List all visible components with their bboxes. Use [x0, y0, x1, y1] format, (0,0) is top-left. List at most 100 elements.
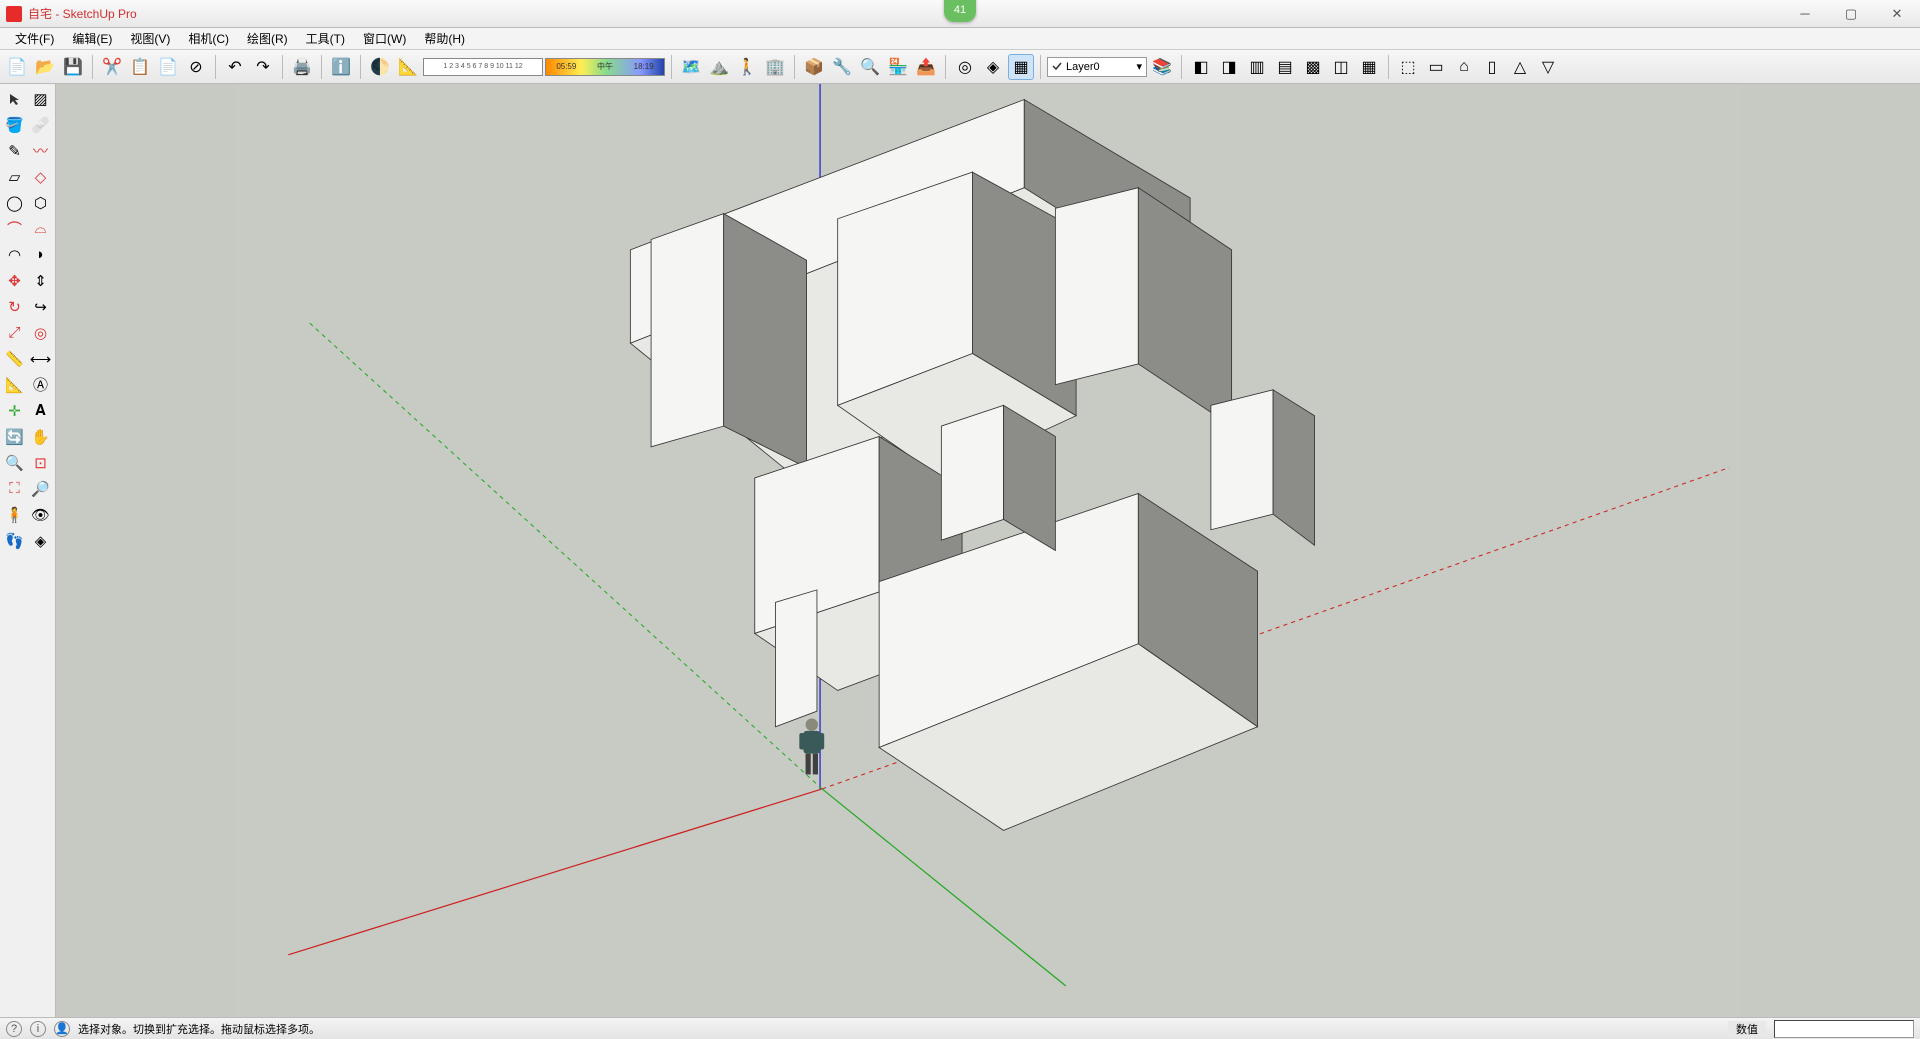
component-make-button[interactable]: 📦: [801, 54, 827, 80]
pie-tool[interactable]: ◗: [28, 242, 53, 267]
app-icon: [6, 6, 22, 22]
date-slider[interactable]: 1 2 3 4 5 6 7 8 9 10 11 12: [423, 58, 543, 76]
eraser-tool[interactable]: 🩹: [28, 112, 53, 137]
style-shaded-button[interactable]: ◧: [1188, 54, 1214, 80]
new-file-button[interactable]: 📄: [4, 54, 30, 80]
style-shaded-tex-button[interactable]: ▩: [1300, 54, 1326, 80]
freehand-tool[interactable]: 〰: [28, 138, 53, 163]
maximize-button[interactable]: ▢: [1828, 1, 1874, 27]
info-icon[interactable]: i: [30, 1021, 46, 1037]
zoom-tool[interactable]: 🔍: [2, 450, 27, 475]
person-button[interactable]: 🚶: [734, 54, 760, 80]
walk-tool[interactable]: 👣: [2, 528, 27, 553]
style-wire-button[interactable]: ▥: [1244, 54, 1270, 80]
component-browse-button[interactable]: 🔍: [857, 54, 883, 80]
paint-bucket-tool[interactable]: 🪣: [2, 112, 27, 137]
wireframe-button[interactable]: ▦: [1008, 54, 1034, 80]
pan-tool[interactable]: ✋: [28, 424, 53, 449]
3dtext-tool[interactable]: 𝐀: [28, 398, 53, 423]
zoom-window-tool[interactable]: ⊡: [28, 450, 53, 475]
backedges-button[interactable]: ◈: [980, 54, 1006, 80]
circle-tool[interactable]: ◯: [2, 190, 27, 215]
open-file-button[interactable]: 📂: [32, 54, 58, 80]
delete-button[interactable]: ⊘: [183, 54, 209, 80]
menu-file[interactable]: 文件(F): [6, 28, 63, 49]
separator-icon: [92, 55, 93, 79]
model-info-button[interactable]: ℹ️: [328, 54, 354, 80]
back-view-button[interactable]: △: [1507, 54, 1533, 80]
close-button[interactable]: ✕: [1874, 1, 1920, 27]
offset-tool[interactable]: ◎: [28, 320, 53, 345]
minimize-button[interactable]: ─: [1782, 1, 1828, 27]
component-edit-button[interactable]: 🔧: [829, 54, 855, 80]
copy-button[interactable]: 📋: [127, 54, 153, 80]
2pt-arc-tool[interactable]: ⌓: [28, 216, 53, 241]
geolocation-button[interactable]: 🗺️: [678, 54, 704, 80]
model-canvas: [56, 84, 1920, 1017]
3pt-arc-tool[interactable]: ◠: [2, 242, 27, 267]
menu-help[interactable]: 帮助(H): [415, 28, 474, 49]
menu-tools[interactable]: 工具(T): [297, 28, 354, 49]
share-button[interactable]: 📤: [913, 54, 939, 80]
polygon-tool[interactable]: ⬡: [28, 190, 53, 215]
shadow-settings-button[interactable]: 📐: [395, 54, 421, 80]
style-hidden-button[interactable]: ◨: [1216, 54, 1242, 80]
pushpull-tool[interactable]: ⇕: [28, 268, 53, 293]
menu-camera[interactable]: 相机(C): [179, 28, 238, 49]
followme-tool[interactable]: ↪: [28, 294, 53, 319]
person-status-icon[interactable]: 👤: [54, 1021, 70, 1037]
xray-button[interactable]: ◎: [952, 54, 978, 80]
orbit-tool[interactable]: 🔄: [2, 424, 27, 449]
top-view-button[interactable]: ▭: [1423, 54, 1449, 80]
arc-tool[interactable]: ⌒: [2, 216, 27, 241]
style-back-button[interactable]: ▦: [1356, 54, 1382, 80]
front-view-button[interactable]: ⌂: [1451, 54, 1477, 80]
iso-view-button[interactable]: ⬚: [1395, 54, 1421, 80]
help-icon[interactable]: ?: [6, 1021, 22, 1037]
rectangle-tool[interactable]: ▱: [2, 164, 27, 189]
save-file-button[interactable]: 💾: [60, 54, 86, 80]
text-tool[interactable]: Ⓐ: [28, 372, 53, 397]
select-tool[interactable]: [2, 86, 27, 111]
shadow-toggle-button[interactable]: 🌓: [367, 54, 393, 80]
protractor-tool[interactable]: 📐: [2, 372, 27, 397]
look-around-tool[interactable]: 👁: [28, 502, 53, 527]
dimension-tool[interactable]: ⟷: [28, 346, 53, 371]
zoom-extents-tool[interactable]: ⛶: [2, 476, 27, 501]
cut-button[interactable]: ✂️: [99, 54, 125, 80]
separator-icon: [1181, 55, 1182, 79]
warehouse-button[interactable]: 🏪: [885, 54, 911, 80]
title-bar: 自宅 - SketchUp Pro 41 ─ ▢ ✕: [0, 0, 1920, 28]
scale-tool[interactable]: ⤢: [2, 320, 27, 345]
building-button[interactable]: 🏢: [762, 54, 788, 80]
rotated-rect-tool[interactable]: ◇: [28, 164, 53, 189]
terrain-button[interactable]: ⛰️: [706, 54, 732, 80]
menu-draw[interactable]: 绘图(R): [238, 28, 297, 49]
value-input[interactable]: [1774, 1020, 1914, 1038]
notification-badge[interactable]: 41: [944, 0, 976, 22]
layer-manager-button[interactable]: 📚: [1149, 54, 1175, 80]
previous-view-tool[interactable]: 🔎: [28, 476, 53, 501]
make-component-tool[interactable]: ▨: [28, 86, 53, 111]
time-slider[interactable]: 05:59 中午 18:19: [545, 58, 665, 76]
style-xray-button[interactable]: ◫: [1328, 54, 1354, 80]
menu-view[interactable]: 视图(V): [121, 28, 179, 49]
undo-button[interactable]: ↶: [222, 54, 248, 80]
axes-tool[interactable]: ✛: [2, 398, 27, 423]
left-view-button[interactable]: ▽: [1535, 54, 1561, 80]
position-camera-tool[interactable]: 🧍: [2, 502, 27, 527]
menu-edit[interactable]: 编辑(E): [63, 28, 121, 49]
style-mono-button[interactable]: ▤: [1272, 54, 1298, 80]
move-tool[interactable]: ✥: [2, 268, 27, 293]
right-view-button[interactable]: ▯: [1479, 54, 1505, 80]
rotate-tool[interactable]: ↻: [2, 294, 27, 319]
model-viewport[interactable]: [56, 84, 1920, 1017]
line-tool[interactable]: ✎: [2, 138, 27, 163]
paste-button[interactable]: 📄: [155, 54, 181, 80]
tape-tool[interactable]: 📏: [2, 346, 27, 371]
section-plane-tool[interactable]: ◈: [28, 528, 53, 553]
layer-dropdown[interactable]: Layer0 ▾: [1047, 57, 1147, 77]
redo-button[interactable]: ↷: [250, 54, 276, 80]
print-button[interactable]: 🖨️: [289, 54, 315, 80]
menu-window[interactable]: 窗口(W): [354, 28, 415, 49]
